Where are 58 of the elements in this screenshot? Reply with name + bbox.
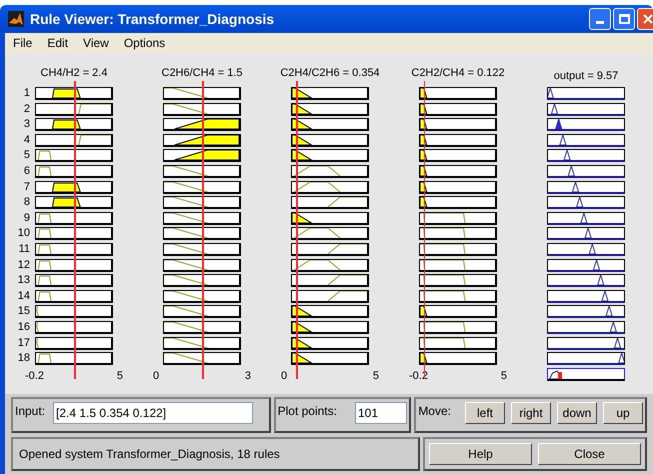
axis-label: 0 [153, 368, 160, 384]
plot-points-field[interactable]: 101 [354, 402, 407, 424]
axis-label: 5 [372, 368, 379, 384]
rule-number: 3 [22, 118, 31, 132]
input-header: C2H4/C2H6 = 0.354 [280, 66, 380, 81]
rule-number: 7 [22, 180, 31, 195]
rule-number: 2 [22, 102, 31, 117]
rule-number: 14 [16, 290, 31, 304]
input-field[interactable]: [2.4 1.5 0.354 0.122] [53, 402, 254, 424]
input-value-line[interactable] [202, 81, 204, 379]
axis-label: 5 [116, 368, 123, 384]
rule-number: 11 [18, 242, 31, 257]
axis-label: 0 [281, 368, 288, 384]
button[interactable]: up [603, 402, 643, 424]
button[interactable]: down [557, 402, 597, 424]
button[interactable]: Help [429, 443, 532, 465]
maximize-icon [618, 14, 630, 24]
rule-number: 15 [16, 305, 31, 320]
status-message: Opened system Transformer_Diagnosis, 18 rules [19, 447, 280, 461]
menu-item[interactable]: View [83, 34, 109, 52]
input-value-line[interactable] [424, 81, 426, 379]
rule-number: 1 [22, 87, 31, 101]
maximize-button[interactable] [613, 8, 635, 30]
rule-number: 18 [16, 352, 31, 366]
rule-number: 6 [22, 164, 31, 179]
input-value-line[interactable] [296, 81, 298, 379]
button[interactable]: Close [538, 443, 641, 465]
axis-label: 5 [500, 368, 507, 384]
rule-number: 10 [16, 227, 31, 242]
input-value-line[interactable] [74, 81, 76, 379]
input-header: CH4/H2 = 2.4 [40, 66, 108, 81]
rule-number: 8 [22, 196, 31, 210]
window-title: Rule Viewer: Transformer_Diagnosis [30, 10, 274, 29]
rule-number: 12 [16, 258, 31, 273]
button[interactable]: right [511, 402, 551, 424]
close-icon [643, 14, 653, 24]
menu-item[interactable]: Edit [47, 34, 68, 52]
minimize-icon [596, 21, 604, 24]
rule-number: 16 [16, 320, 31, 335]
menu-item[interactable]: File [13, 34, 32, 52]
rule-number: 13 [16, 274, 31, 288]
axis-label: 3 [244, 368, 251, 384]
close-button[interactable] [637, 8, 653, 30]
rule-number: 9 [22, 212, 31, 226]
menu-item[interactable]: Options [124, 34, 166, 52]
input-header: C2H6/CH4 = 1.5 [162, 66, 243, 81]
move-label: Move: [418, 403, 451, 420]
rule-number: 4 [22, 134, 31, 148]
output-header: output = 9.57 [554, 68, 618, 84]
button[interactable]: left [465, 402, 505, 424]
minimize-button[interactable] [589, 8, 611, 30]
rule-number: 5 [22, 149, 31, 164]
input-header: C2H2/CH4 = 0.122 [411, 66, 505, 81]
axis-label: -0.2 [25, 368, 44, 384]
rule-number: 17 [16, 336, 31, 350]
app-logo-icon [8, 11, 24, 27]
input-label: Input: [15, 403, 46, 420]
plot-points-label: Plot points: [278, 403, 337, 420]
